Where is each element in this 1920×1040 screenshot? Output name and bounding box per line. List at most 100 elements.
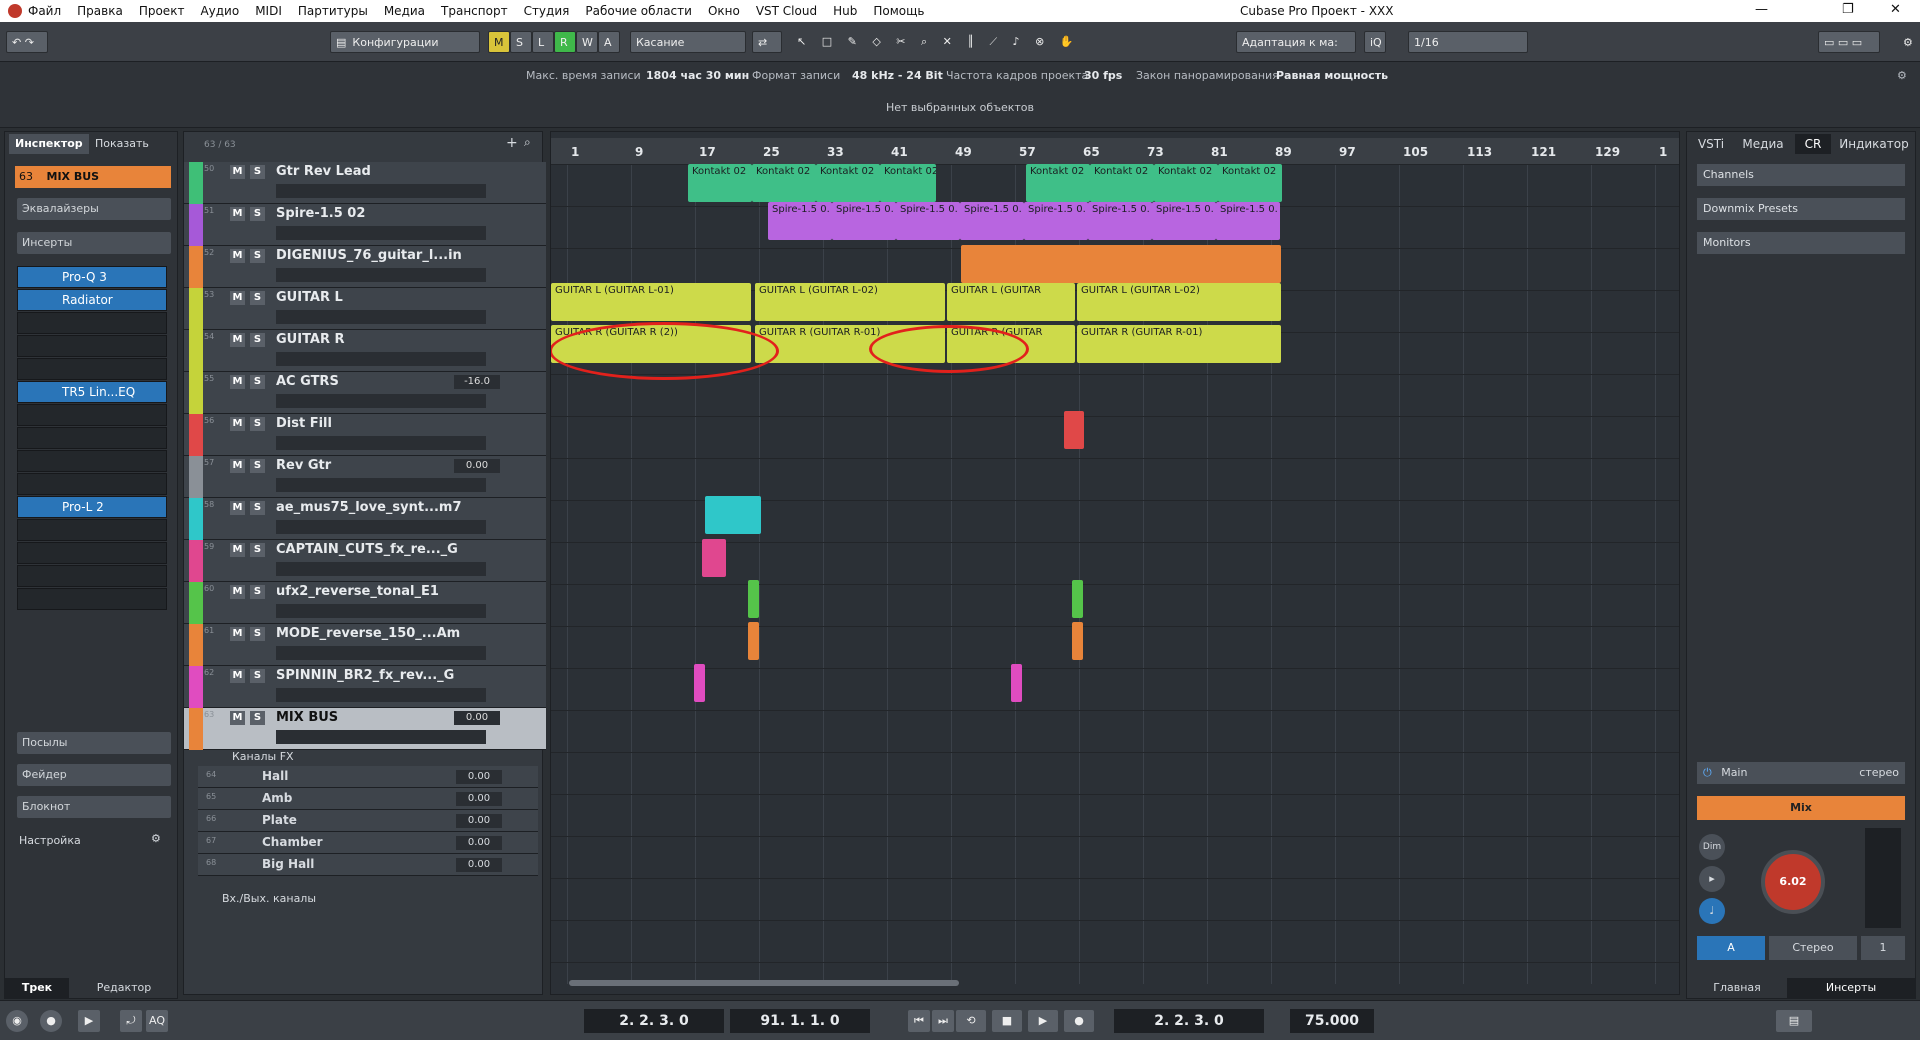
track-name[interactable]: DIGENIUS_76_guitar_l...in <box>276 248 462 263</box>
fx-track-row[interactable]: 66 Plate 0.00 <box>198 810 538 832</box>
insert-slot[interactable] <box>17 358 167 380</box>
kontakt-event[interactable]: Kontakt 02 <box>1154 164 1218 202</box>
mute-button[interactable]: M <box>230 501 245 515</box>
aq-button[interactable]: AQ <box>146 1010 168 1032</box>
track-volume-value[interactable]: 0.00 <box>456 814 502 828</box>
insert-slot[interactable] <box>17 519 167 541</box>
track-row[interactable]: 57 M S Rev Gtr 0.00 <box>184 456 546 498</box>
spire-event[interactable]: Spire-1.5 0. <box>960 202 1024 240</box>
track-controls[interactable] <box>276 268 486 282</box>
iq-button[interactable]: iQ <box>1364 31 1386 53</box>
audio-event[interactable] <box>1072 580 1083 618</box>
track-row[interactable]: 55 M S AC GTRS -16.0 <box>184 372 546 414</box>
downmix-presets-button[interactable]: Downmix Presets <box>1697 198 1905 220</box>
solo-button[interactable]: S <box>250 165 265 179</box>
track-row[interactable]: 53 M S GUITAR L <box>184 288 546 330</box>
track-name[interactable]: Amb <box>262 791 292 805</box>
menu-item[interactable]: Проект <box>139 4 185 18</box>
marker-icon[interactable]: ▤ <box>1776 1010 1812 1032</box>
audio-event[interactable] <box>694 664 705 702</box>
tab-inspector[interactable]: Инспектор <box>9 134 89 154</box>
automation-mode-select[interactable]: Касание <box>630 31 746 53</box>
track-controls[interactable] <box>276 520 486 534</box>
mute-button[interactable]: M <box>230 249 245 263</box>
track-controls[interactable] <box>276 646 486 660</box>
notepad-section[interactable]: Блокнот <box>17 796 171 818</box>
mute-button[interactable]: M <box>230 291 245 305</box>
track-name[interactable]: Spire-1.5 02 <box>276 206 365 221</box>
spire-event[interactable]: Spire-1.5 0. <box>1024 202 1088 240</box>
inserts-section[interactable]: Инсерты <box>17 232 171 254</box>
insert-slot[interactable] <box>17 427 167 449</box>
guitar-l-event[interactable]: GUITAR L (GUITAR <box>947 283 1075 321</box>
add-track-icon[interactable]: + <box>506 135 518 151</box>
menu-item[interactable]: Транспорт <box>441 4 508 18</box>
menu-item[interactable]: Файл <box>28 4 61 18</box>
mute-button[interactable]: M <box>230 585 245 599</box>
fx-track-row[interactable]: 68 Big Hall 0.00 <box>198 854 538 876</box>
audio-event[interactable] <box>961 245 1281 283</box>
insert-slot[interactable] <box>17 473 167 495</box>
menu-item[interactable]: Hub <box>833 4 857 18</box>
menu-item[interactable]: Студия <box>524 4 570 18</box>
kontakt-event[interactable]: Kontakt 02 <box>752 164 816 202</box>
minimize-button[interactable]: — <box>1755 2 1768 17</box>
track-name[interactable]: Rev Gtr <box>276 458 331 473</box>
mute-button[interactable]: M <box>230 627 245 641</box>
track-name[interactable]: Hall <box>262 769 288 783</box>
mute-button[interactable]: M <box>230 375 245 389</box>
insert-slot[interactable] <box>17 588 167 610</box>
tab-inserts[interactable]: Инсерты <box>1787 978 1915 998</box>
audio-event[interactable] <box>1064 411 1084 449</box>
track-volume-value[interactable]: 0.00 <box>456 836 502 850</box>
track-name[interactable]: MIX BUS <box>276 710 338 725</box>
tab-vsti[interactable]: VSTi <box>1691 134 1731 154</box>
kontakt-event[interactable]: Kontakt 02 <box>1218 164 1282 202</box>
solo-button[interactable]: S <box>250 249 265 263</box>
track-volume-value[interactable]: 0.00 <box>456 792 502 806</box>
spire-event[interactable]: Spire-1.5 0. <box>768 202 832 240</box>
tab-main[interactable]: Главная <box>1687 978 1787 998</box>
solo-button[interactable]: S <box>250 459 265 473</box>
insert-slot[interactable] <box>17 542 167 564</box>
fx-folder-label[interactable]: Каналы FX <box>232 750 294 763</box>
tab-media[interactable]: Медиа <box>1735 134 1791 154</box>
primary-time-display[interactable]: 2. 2. 3. 0 <box>1114 1009 1264 1033</box>
guitar-l-event[interactable]: GUITAR L (GUITAR L-01) <box>551 283 751 321</box>
dim-button[interactable]: Dim <box>1699 834 1725 860</box>
tab-track[interactable]: Трек <box>5 978 69 998</box>
solo-button[interactable]: S <box>250 543 265 557</box>
track-name[interactable]: GUITAR R <box>276 332 345 347</box>
track-controls[interactable] <box>276 436 486 450</box>
solo-button[interactable]: S <box>250 669 265 683</box>
maximize-button[interactable]: ❐ <box>1842 2 1854 17</box>
menu-item[interactable]: MIDI <box>255 4 282 18</box>
channels-button[interactable]: Channels <box>1697 164 1905 186</box>
monitor-level-knob[interactable]: 6.02 <box>1761 850 1825 914</box>
insert-slot[interactable] <box>17 335 167 357</box>
metronome-icon[interactable]: ● <box>40 1010 62 1032</box>
track-name[interactable]: MODE_reverse_150_...Am <box>276 626 460 641</box>
audio-event[interactable] <box>748 622 759 660</box>
track-volume-value[interactable]: 0.00 <box>454 459 500 473</box>
track-controls[interactable] <box>276 730 486 744</box>
track-name[interactable]: CAPTAIN_CUTS_fx_re..._G <box>276 542 458 557</box>
main-output-row[interactable]: ⏻ Main стерео <box>1697 762 1905 784</box>
audio-event[interactable] <box>702 539 726 577</box>
solo-all-button[interactable]: S <box>510 31 532 53</box>
tempo-display[interactable]: 75.000 <box>1290 1009 1374 1033</box>
insert-slot[interactable] <box>17 450 167 472</box>
track-controls[interactable] <box>276 184 486 198</box>
workspace-config-select[interactable]: ▤ Конфигурации <box>330 31 480 53</box>
tab-meter[interactable]: Индикатор <box>1835 134 1913 154</box>
menu-item[interactable]: Рабочие области <box>585 4 692 18</box>
kontakt-event[interactable]: Kontakt 02 <box>880 164 936 202</box>
mute-all-button[interactable]: M <box>488 31 510 53</box>
track-name[interactable]: AC GTRS <box>276 374 339 389</box>
inspector-track-header[interactable]: 63 MIX BUS <box>15 166 171 188</box>
audio-event[interactable] <box>705 496 761 534</box>
tab-control-room[interactable]: CR <box>1795 134 1831 154</box>
track-name[interactable]: GUITAR L <box>276 290 343 305</box>
one-button[interactable]: 1 <box>1861 936 1905 960</box>
menu-item[interactable]: Помощь <box>873 4 924 18</box>
